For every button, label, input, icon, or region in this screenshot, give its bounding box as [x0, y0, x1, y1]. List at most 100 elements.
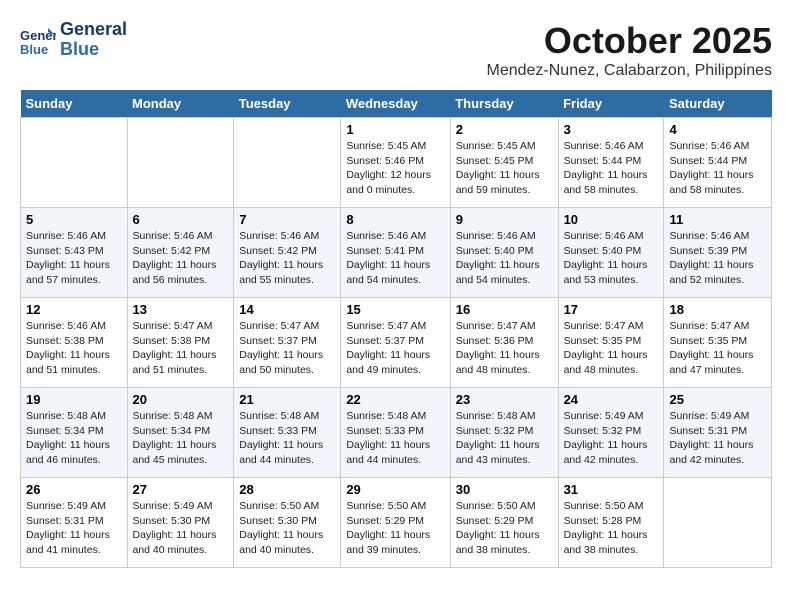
calendar-cell: 21 Sunrise: 5:48 AMSunset: 5:33 PMDayligh… [234, 388, 341, 478]
day-number: 27 [133, 482, 229, 497]
calendar-cell: 7 Sunrise: 5:46 AMSunset: 5:42 PMDaylight… [234, 208, 341, 298]
calendar-cell [664, 478, 772, 568]
day-number: 4 [669, 122, 766, 137]
calendar-cell: 15 Sunrise: 5:47 AMSunset: 5:37 PMDayligh… [341, 298, 450, 388]
cell-info: Sunrise: 5:50 AMSunset: 5:29 PMDaylight:… [456, 499, 553, 558]
cell-info: Sunrise: 5:50 AMSunset: 5:28 PMDaylight:… [564, 499, 659, 558]
calendar-cell: 14 Sunrise: 5:47 AMSunset: 5:37 PMDayligh… [234, 298, 341, 388]
calendar-cell: 18 Sunrise: 5:47 AMSunset: 5:35 PMDayligh… [664, 298, 772, 388]
calendar-table: SundayMondayTuesdayWednesdayThursdayFrid… [20, 90, 772, 568]
day-number: 18 [669, 302, 766, 317]
day-number: 7 [239, 212, 335, 227]
day-number: 12 [26, 302, 122, 317]
cell-info: Sunrise: 5:49 AMSunset: 5:31 PMDaylight:… [26, 499, 122, 558]
cell-info: Sunrise: 5:50 AMSunset: 5:30 PMDaylight:… [239, 499, 335, 558]
calendar-week-row: 12 Sunrise: 5:46 AMSunset: 5:38 PMDayligh… [21, 298, 772, 388]
calendar-cell: 10 Sunrise: 5:46 AMSunset: 5:40 PMDayligh… [558, 208, 664, 298]
day-number: 2 [456, 122, 553, 137]
cell-info: Sunrise: 5:49 AMSunset: 5:32 PMDaylight:… [564, 409, 659, 468]
page-header: General Blue General Blue October 2025 M… [20, 20, 772, 80]
cell-info: Sunrise: 5:46 AMSunset: 5:40 PMDaylight:… [564, 229, 659, 288]
calendar-cell [234, 118, 341, 208]
day-number: 13 [133, 302, 229, 317]
day-number: 1 [346, 122, 444, 137]
day-number: 11 [669, 212, 766, 227]
calendar-cell [21, 118, 128, 208]
cell-info: Sunrise: 5:46 AMSunset: 5:43 PMDaylight:… [26, 229, 122, 288]
cell-info: Sunrise: 5:48 AMSunset: 5:33 PMDaylight:… [239, 409, 335, 468]
cell-info: Sunrise: 5:47 AMSunset: 5:38 PMDaylight:… [133, 319, 229, 378]
cell-info: Sunrise: 5:47 AMSunset: 5:37 PMDaylight:… [239, 319, 335, 378]
day-number: 16 [456, 302, 553, 317]
logo-text: General Blue [60, 20, 127, 60]
svg-text:General: General [20, 28, 56, 43]
cell-info: Sunrise: 5:47 AMSunset: 5:36 PMDaylight:… [456, 319, 553, 378]
day-number: 3 [564, 122, 659, 137]
calendar-cell: 9 Sunrise: 5:46 AMSunset: 5:40 PMDaylight… [450, 208, 558, 298]
calendar-week-row: 1 Sunrise: 5:45 AMSunset: 5:46 PMDaylight… [21, 118, 772, 208]
logo-line2: Blue [60, 40, 127, 60]
cell-info: Sunrise: 5:47 AMSunset: 5:37 PMDaylight:… [346, 319, 444, 378]
weekday-header-tuesday: Tuesday [234, 90, 341, 118]
logo: General Blue General Blue [20, 20, 127, 60]
cell-info: Sunrise: 5:46 AMSunset: 5:38 PMDaylight:… [26, 319, 122, 378]
day-number: 30 [456, 482, 553, 497]
cell-info: Sunrise: 5:47 AMSunset: 5:35 PMDaylight:… [669, 319, 766, 378]
calendar-cell: 12 Sunrise: 5:46 AMSunset: 5:38 PMDayligh… [21, 298, 128, 388]
day-number: 24 [564, 392, 659, 407]
cell-info: Sunrise: 5:46 AMSunset: 5:40 PMDaylight:… [456, 229, 553, 288]
cell-info: Sunrise: 5:50 AMSunset: 5:29 PMDaylight:… [346, 499, 444, 558]
day-number: 23 [456, 392, 553, 407]
calendar-cell: 22Sunrise: 5:48 AMSunset: 5:33 PMDayligh… [341, 388, 450, 478]
month-title: October 2025 [487, 20, 773, 62]
weekday-header-thursday: Thursday [450, 90, 558, 118]
day-number: 9 [456, 212, 553, 227]
cell-info: Sunrise: 5:45 AMSunset: 5:45 PMDaylight:… [456, 139, 553, 198]
logo-icon: General Blue [20, 22, 56, 58]
calendar-week-row: 5 Sunrise: 5:46 AMSunset: 5:43 PMDaylight… [21, 208, 772, 298]
day-number: 15 [346, 302, 444, 317]
cell-info: Sunrise: 5:46 AMSunset: 5:42 PMDaylight:… [239, 229, 335, 288]
weekday-header-monday: Monday [127, 90, 234, 118]
day-number: 17 [564, 302, 659, 317]
day-number: 8 [346, 212, 444, 227]
calendar-cell: 29Sunrise: 5:50 AMSunset: 5:29 PMDayligh… [341, 478, 450, 568]
cell-info: Sunrise: 5:46 AMSunset: 5:42 PMDaylight:… [133, 229, 229, 288]
day-number: 14 [239, 302, 335, 317]
day-number: 6 [133, 212, 229, 227]
day-number: 26 [26, 482, 122, 497]
calendar-cell: 25Sunrise: 5:49 AMSunset: 5:31 PMDayligh… [664, 388, 772, 478]
cell-info: Sunrise: 5:46 AMSunset: 5:44 PMDaylight:… [669, 139, 766, 198]
cell-info: Sunrise: 5:47 AMSunset: 5:35 PMDaylight:… [564, 319, 659, 378]
cell-info: Sunrise: 5:49 AMSunset: 5:30 PMDaylight:… [133, 499, 229, 558]
day-number: 10 [564, 212, 659, 227]
cell-info: Sunrise: 5:46 AMSunset: 5:39 PMDaylight:… [669, 229, 766, 288]
calendar-cell: 13 Sunrise: 5:47 AMSunset: 5:38 PMDayligh… [127, 298, 234, 388]
cell-info: Sunrise: 5:48 AMSunset: 5:34 PMDaylight:… [133, 409, 229, 468]
calendar-cell: 20 Sunrise: 5:48 AMSunset: 5:34 PMDayligh… [127, 388, 234, 478]
calendar-cell: 23Sunrise: 5:48 AMSunset: 5:32 PMDayligh… [450, 388, 558, 478]
day-number: 22 [346, 392, 444, 407]
calendar-cell: 19Sunrise: 5:48 AMSunset: 5:34 PMDayligh… [21, 388, 128, 478]
calendar-cell: 11 Sunrise: 5:46 AMSunset: 5:39 PMDayligh… [664, 208, 772, 298]
cell-info: Sunrise: 5:46 AMSunset: 5:44 PMDaylight:… [564, 139, 659, 198]
cell-info: Sunrise: 5:49 AMSunset: 5:31 PMDaylight:… [669, 409, 766, 468]
logo-line1: General [60, 20, 127, 40]
calendar-cell: 26 Sunrise: 5:49 AMSunset: 5:31 PMDayligh… [21, 478, 128, 568]
day-number: 20 [133, 392, 229, 407]
weekday-header-wednesday: Wednesday [341, 90, 450, 118]
calendar-cell: 27 Sunrise: 5:49 AMSunset: 5:30 PMDayligh… [127, 478, 234, 568]
svg-text:Blue: Blue [20, 42, 48, 57]
calendar-cell [127, 118, 234, 208]
day-number: 31 [564, 482, 659, 497]
calendar-cell: 24 Sunrise: 5:49 AMSunset: 5:32 PMDayligh… [558, 388, 664, 478]
calendar-cell: 8Sunrise: 5:46 AMSunset: 5:41 PMDaylight… [341, 208, 450, 298]
weekday-header-friday: Friday [558, 90, 664, 118]
weekday-header-sunday: Sunday [21, 90, 128, 118]
calendar-cell: 2 Sunrise: 5:45 AMSunset: 5:45 PMDaylight… [450, 118, 558, 208]
calendar-cell: 17 Sunrise: 5:47 AMSunset: 5:35 PMDayligh… [558, 298, 664, 388]
calendar-cell: 30 Sunrise: 5:50 AMSunset: 5:29 PMDayligh… [450, 478, 558, 568]
day-number: 21 [239, 392, 335, 407]
day-number: 5 [26, 212, 122, 227]
cell-info: Sunrise: 5:45 AMSunset: 5:46 PMDaylight:… [346, 139, 444, 198]
